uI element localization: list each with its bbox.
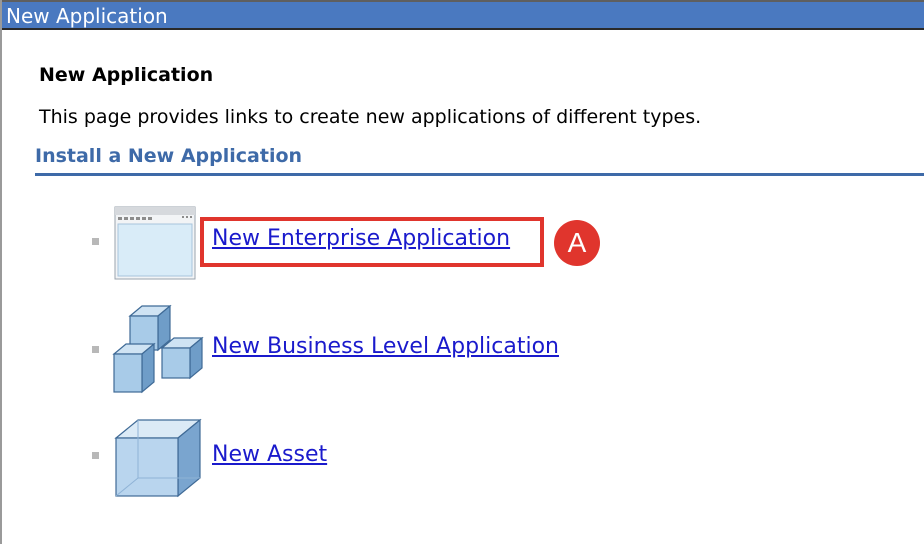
business-level-cubes-icon	[112, 304, 212, 398]
list-item-business-level-application: New Business Level Application	[90, 304, 610, 394]
window-title: New Application	[6, 4, 168, 28]
bullet-icon	[92, 238, 99, 245]
highlight-box	[200, 217, 544, 267]
section-heading: Install a New Application	[35, 145, 303, 167]
new-application-window: New Application New Application This pag…	[0, 0, 924, 544]
bullet-icon	[92, 452, 99, 459]
title-bar: New Application	[2, 0, 924, 30]
section-divider	[35, 173, 924, 176]
list-item-asset: New Asset	[90, 414, 610, 498]
new-asset-link[interactable]: New Asset	[212, 442, 327, 467]
page-description: This page provides links to create new a…	[39, 106, 702, 128]
enterprise-app-window-icon	[112, 204, 198, 286]
callout-badge: A	[554, 220, 600, 266]
new-business-level-application-link[interactable]: New Business Level Application	[212, 334, 559, 359]
page-title: New Application	[39, 64, 214, 86]
asset-cube-icon	[112, 416, 204, 504]
bullet-icon	[92, 346, 99, 353]
